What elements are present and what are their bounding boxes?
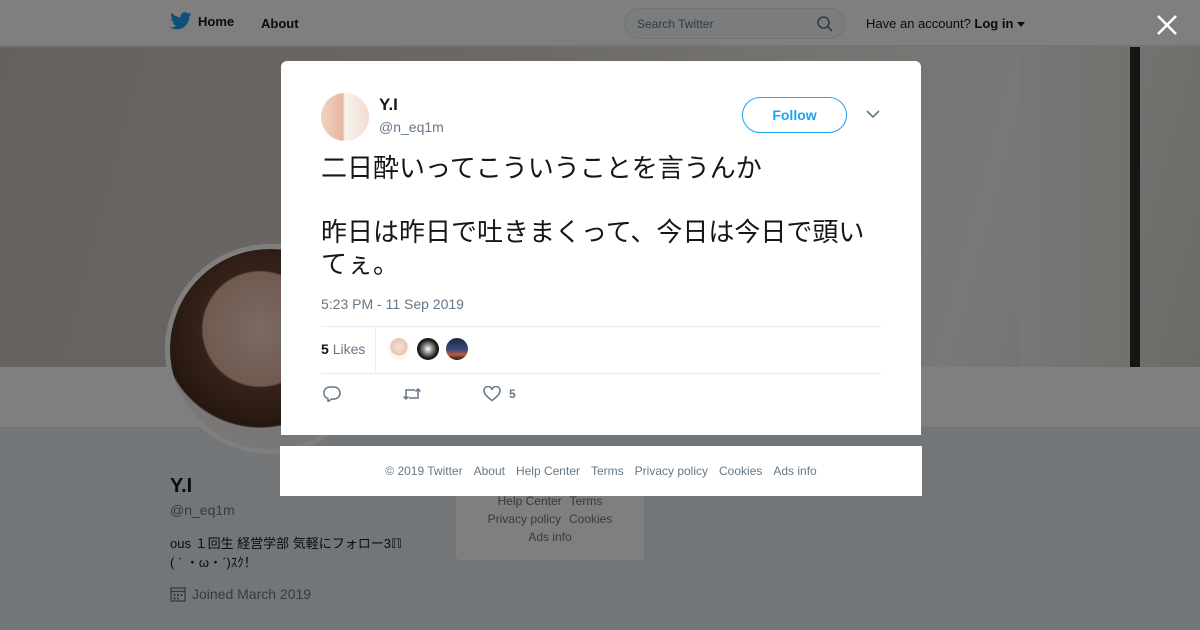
tweet-author-handle[interactable]: @n_eq1m bbox=[379, 119, 444, 135]
liker-avatar[interactable] bbox=[387, 337, 411, 361]
divider bbox=[321, 326, 881, 327]
likes-label: Likes bbox=[332, 341, 366, 357]
close-icon[interactable] bbox=[1154, 12, 1180, 38]
liker-avatar[interactable] bbox=[416, 337, 440, 361]
like-count: 5 bbox=[509, 387, 516, 401]
footer-link-about[interactable]: About bbox=[474, 464, 505, 478]
divider bbox=[321, 373, 881, 374]
modal-footer: © 2019 Twitter About Help Center Terms P… bbox=[280, 446, 922, 496]
liker-avatar[interactable] bbox=[445, 337, 469, 361]
footer-link-privacy[interactable]: Privacy policy bbox=[635, 464, 708, 478]
divider bbox=[375, 327, 376, 373]
tweet-text: 二日酔いってこういうことを言うんか 昨日は昨日で吐きまくって、今日は今日で頭いて… bbox=[321, 154, 865, 280]
tweet-author-name[interactable]: Y.I bbox=[379, 95, 398, 115]
follow-button[interactable]: Follow bbox=[742, 97, 847, 133]
likes-stat[interactable]: 5 Likes bbox=[321, 341, 365, 357]
reply-button[interactable] bbox=[323, 386, 341, 402]
reply-icon bbox=[323, 386, 341, 402]
tweet-timestamp[interactable]: 5:23 PM - 11 Sep 2019 bbox=[321, 296, 464, 312]
tweet-author-avatar[interactable] bbox=[321, 93, 369, 141]
footer-link-terms[interactable]: Terms bbox=[591, 464, 624, 478]
footer-link-ads-info[interactable]: Ads info bbox=[773, 464, 816, 478]
footer-link-cookies[interactable]: Cookies bbox=[719, 464, 762, 478]
retweet-button[interactable] bbox=[402, 386, 422, 402]
chevron-down-icon[interactable] bbox=[866, 109, 880, 119]
like-button[interactable]: 5 bbox=[483, 386, 516, 402]
footer-copyright: © 2019 Twitter bbox=[385, 464, 463, 478]
retweet-icon bbox=[402, 387, 422, 401]
likes-count: 5 bbox=[321, 341, 329, 357]
heart-icon bbox=[483, 386, 501, 402]
footer-link-help-center[interactable]: Help Center bbox=[516, 464, 580, 478]
tweet-modal: Y.I @n_eq1m Follow 二日酔いってこういうことを言うんか 昨日は… bbox=[281, 61, 921, 435]
